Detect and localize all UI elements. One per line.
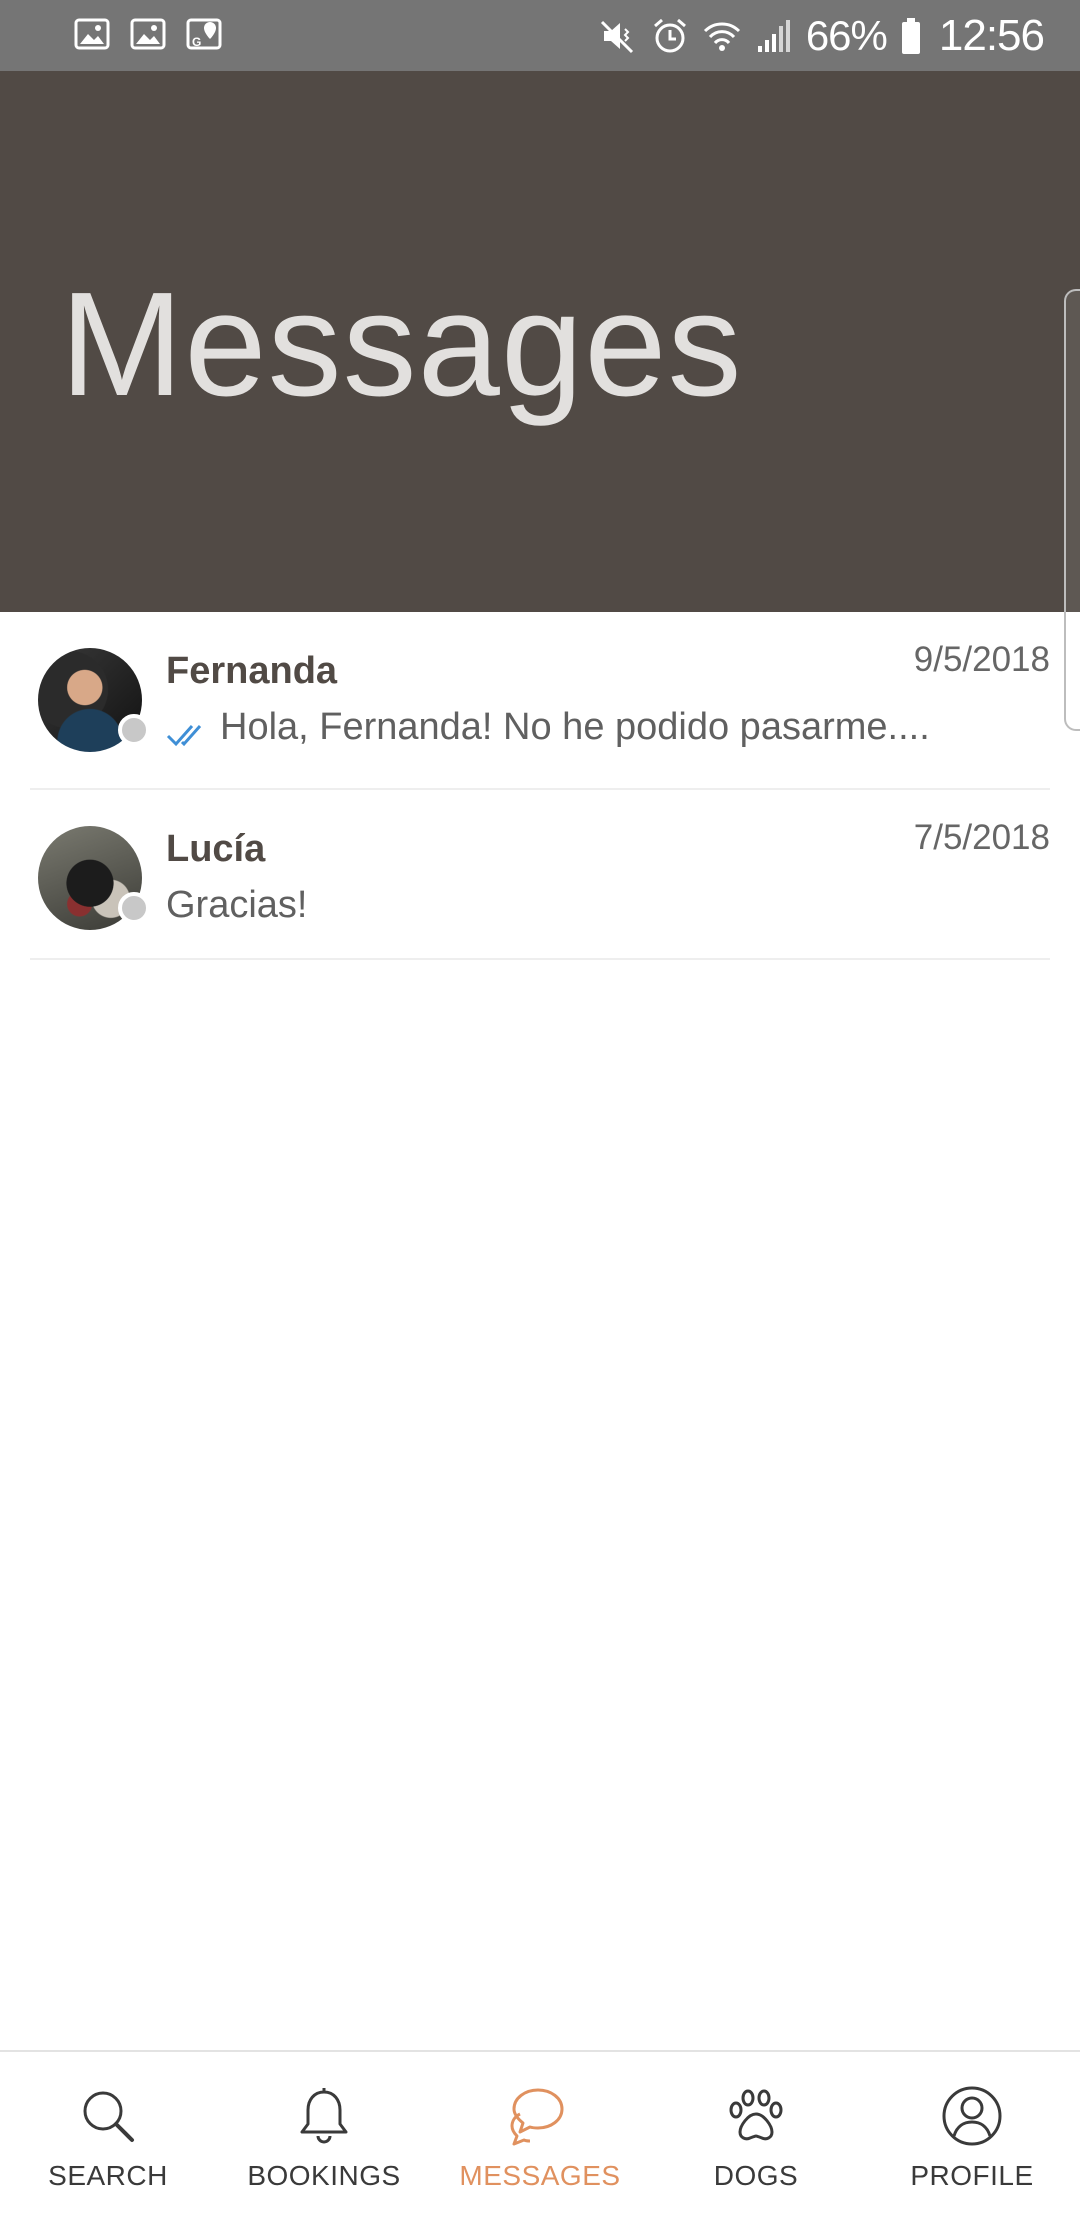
presence-indicator (118, 892, 150, 924)
nav-dogs[interactable]: DOGS (648, 2052, 864, 2222)
conversation-date: 9/5/2018 (913, 640, 1050, 679)
preview-text: Hola, Fernanda! No he podido pasarme.... (220, 706, 930, 748)
mute-icon (598, 16, 638, 56)
nav-messages[interactable]: MESSAGES (432, 2052, 648, 2222)
battery-percent: 66% (805, 12, 888, 59)
conversation-date: 7/5/2018 (913, 818, 1050, 857)
conversation-list: Fernanda 9/5/2018 Hola, Fernanda! No he … (0, 612, 1080, 960)
battery-icon (899, 16, 923, 56)
search-icon (76, 2084, 140, 2148)
bottom-navigation: SEARCH BOOKINGS MESSAGES DOGS PROFILE (0, 2050, 1080, 2222)
page-title: Messages (60, 262, 743, 427)
presence-indicator (118, 714, 150, 746)
preview-text: Gracias! (166, 884, 308, 926)
conversation-item[interactable]: Fernanda 9/5/2018 Hola, Fernanda! No he … (30, 612, 1050, 790)
nav-label: BOOKINGS (247, 2160, 401, 2191)
wifi-icon (702, 16, 742, 56)
profile-icon (940, 2084, 1004, 2148)
conversation-preview: Hola, Fernanda! No he podido pasarme.... (166, 706, 930, 749)
nav-label: SEARCH (48, 2160, 168, 2191)
nav-profile[interactable]: PROFILE (864, 2052, 1080, 2222)
system-icons: 66% 12:56 (598, 10, 1045, 62)
page-header: Messages (0, 71, 1080, 731)
nav-label: PROFILE (910, 2160, 1034, 2191)
paw-icon (724, 2084, 788, 2148)
bell-icon (292, 2084, 356, 2148)
clock: 12:56 (938, 11, 1045, 60)
svg-text:G: G (192, 35, 201, 49)
conversation-name: Fernanda (166, 650, 338, 692)
chat-bubbles-icon (508, 2084, 572, 2148)
maps-icon: G (186, 16, 222, 52)
alarm-icon (650, 16, 690, 56)
conversation-item[interactable]: Lucía 7/5/2018 Gracias! (30, 790, 1050, 960)
signal-icon (754, 16, 794, 56)
notification-icons: G (74, 16, 222, 52)
status-bar: G 66% 12:56 (0, 0, 1080, 71)
nav-search[interactable]: SEARCH (0, 2052, 216, 2222)
double-check-icon (166, 715, 212, 746)
nav-label: MESSAGES (459, 2160, 621, 2191)
image-icon (74, 16, 110, 52)
image-icon (130, 16, 166, 52)
nav-label: DOGS (713, 2160, 799, 2191)
nav-bookings[interactable]: BOOKINGS (216, 2052, 432, 2222)
conversation-name: Lucía (166, 828, 266, 870)
conversation-preview: Gracias! (166, 884, 307, 927)
